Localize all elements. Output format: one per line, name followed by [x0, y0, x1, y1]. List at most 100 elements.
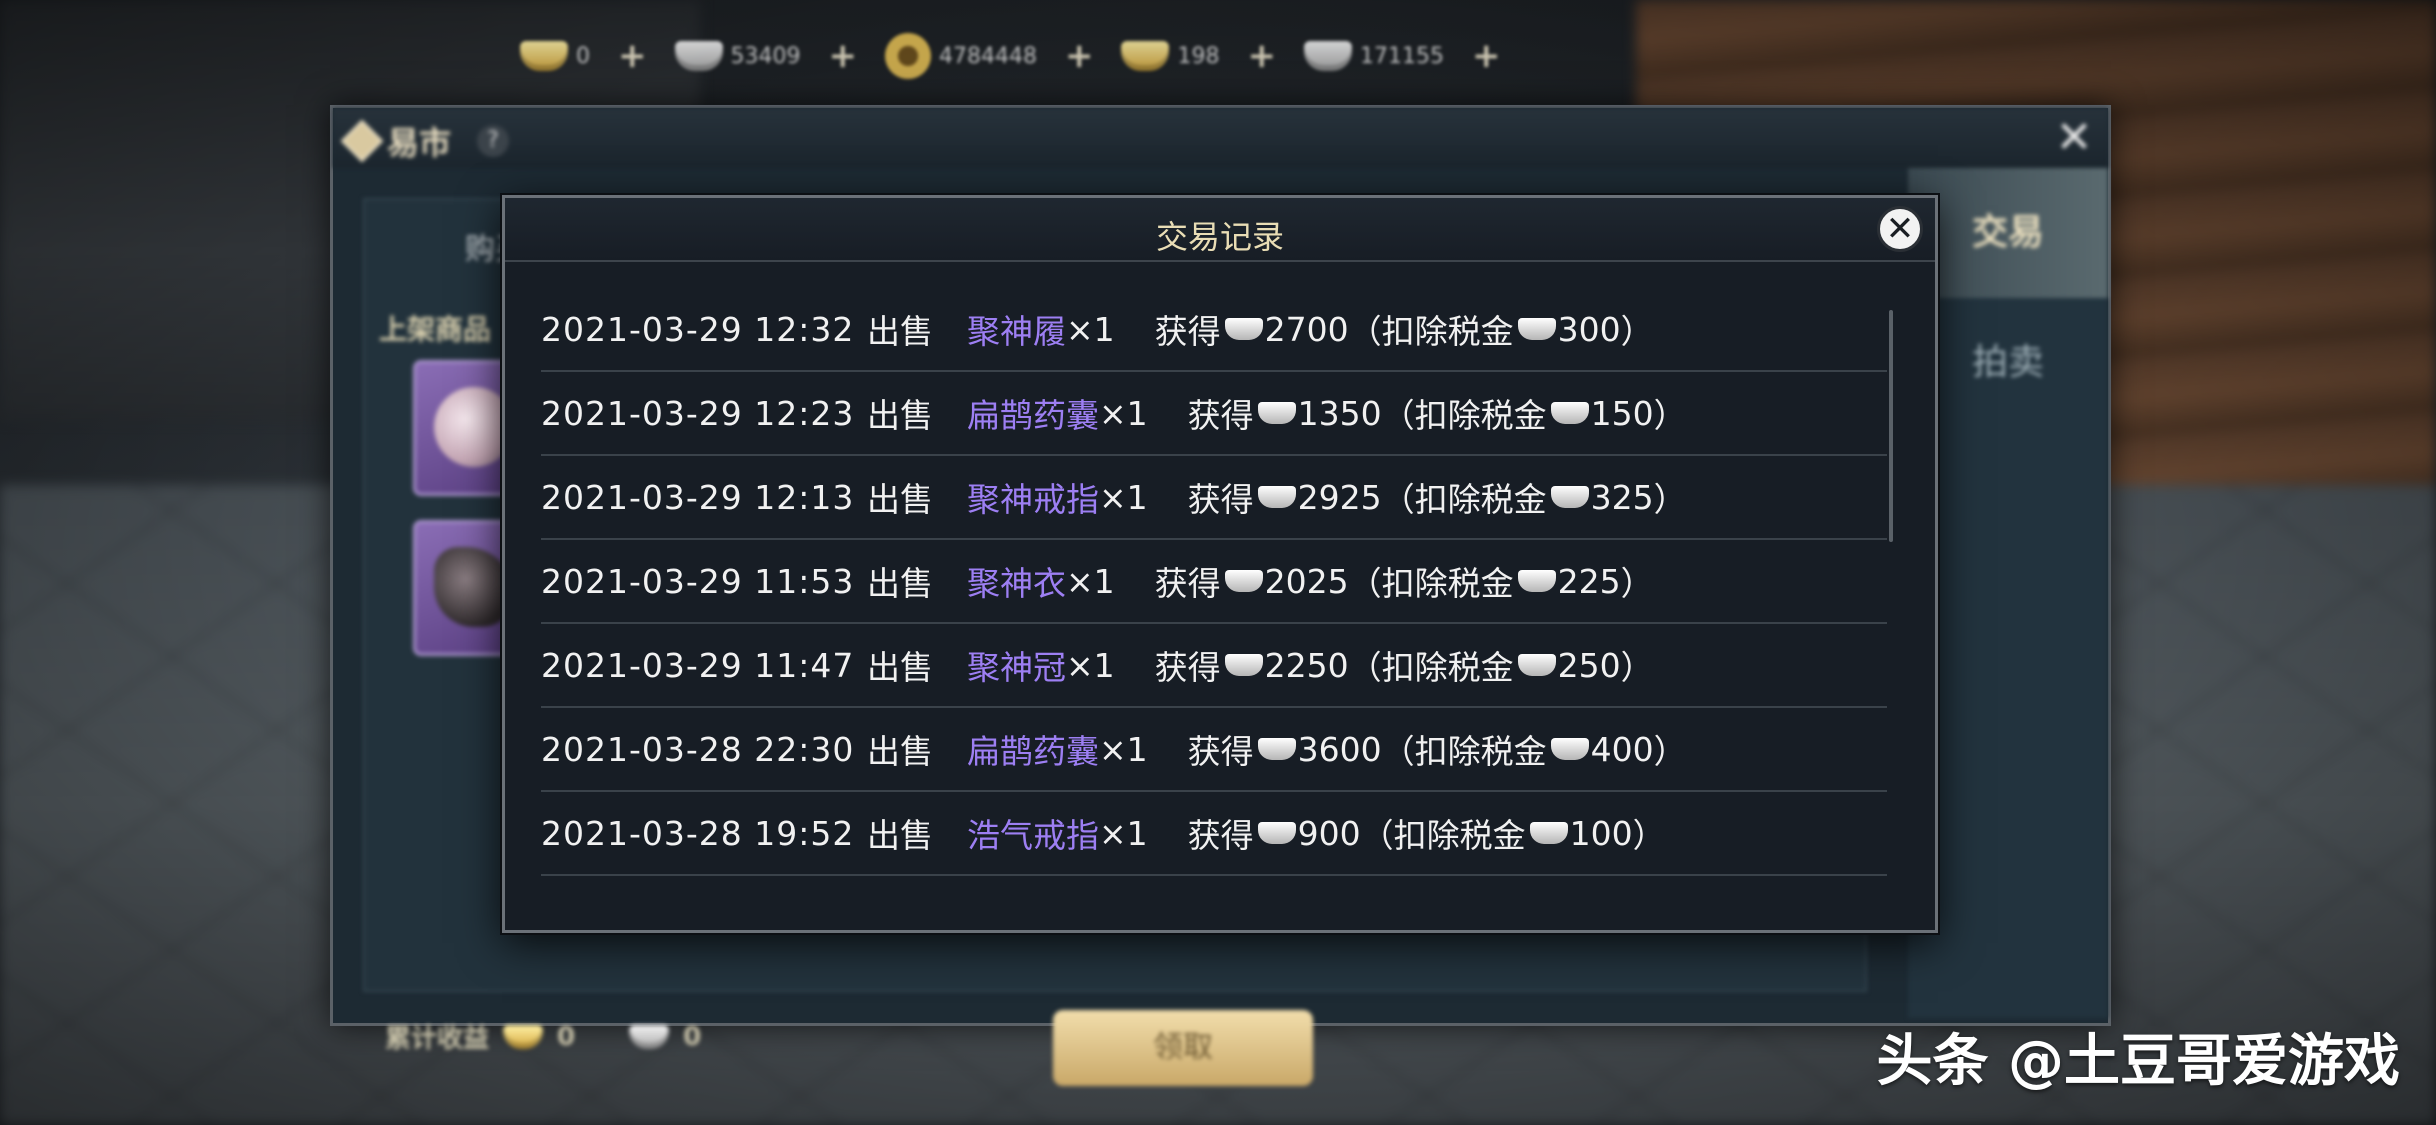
record-gain-label: 获得 [1154, 312, 1221, 351]
silver-ingot-icon [1257, 738, 1296, 760]
collect-button[interactable]: 领取 [1053, 1010, 1313, 1086]
record-gain-value: 1350 [1297, 393, 1382, 433]
trade-record-row: 2021-03-29 12:13 出售 聚神戒指 ×1 获得 2925 （扣除税… [541, 456, 1887, 540]
silver-ingot-icon [1224, 318, 1263, 340]
record-item-name[interactable]: 扁鹊药囊 [967, 725, 1099, 773]
trade-record-row: 2021-03-29 11:53 出售 聚神衣 ×1 获得 2025 （扣除税金… [541, 540, 1887, 624]
silver-ingot-icon [674, 41, 723, 71]
record-quantity: ×1 [1099, 813, 1148, 853]
silver-ingot-icon [1529, 822, 1568, 844]
help-button[interactable]: ? [477, 125, 510, 157]
market-title: 易市 [387, 124, 452, 162]
record-gain-label: 获得 [1187, 396, 1254, 435]
record-date: 2021-03-29 12:13 [541, 477, 855, 517]
market-header: 易市 ? ✕ [333, 108, 2108, 168]
record-tax-value: 100 [1569, 813, 1633, 853]
record-action: 出售 [867, 564, 933, 603]
add-currency-button[interactable]: + [829, 36, 858, 76]
record-tax-value: 250 [1557, 645, 1621, 685]
add-currency-button[interactable]: + [1247, 36, 1276, 76]
trade-record-row: 2021-03-28 22:30 出售 扁鹊药囊 ×1 获得 3600 （扣除税… [541, 708, 1887, 792]
record-gain-value: 2700 [1264, 309, 1349, 349]
record-tax-value: 400 [1590, 729, 1654, 769]
record-date: 2021-03-29 12:32 [541, 309, 855, 349]
silver-ingot-icon [1257, 486, 1296, 508]
close-icon: ✕ [1885, 209, 1915, 249]
record-quantity: ×1 [1099, 393, 1148, 433]
trade-record-list[interactable]: 2021-03-29 12:32 出售 聚神履 ×1 获得 2700 （扣除税金… [541, 288, 1887, 876]
copper-coin-icon [885, 33, 931, 79]
add-currency-button[interactable]: + [618, 36, 647, 76]
record-date: 2021-03-28 19:52 [541, 813, 855, 853]
record-action: 出售 [867, 480, 933, 519]
record-tax-label: （扣除税金 [1360, 816, 1526, 855]
trade-record-row: 2021-03-29 11:47 出售 聚神冠 ×1 获得 2250 （扣除税金… [541, 624, 1887, 708]
record-tax-label: （扣除税金 [1348, 648, 1514, 687]
listed-items-label: 上架商品 [379, 313, 492, 346]
record-gain-label: 获得 [1154, 564, 1221, 603]
silver-ingot-icon [1224, 570, 1263, 592]
record-tax-close: ） [1653, 732, 1687, 771]
currency-bound-gold: 198 [1121, 41, 1219, 71]
record-quantity: ×1 [1066, 561, 1115, 601]
dialog-close-button[interactable]: ✕ [1877, 206, 1923, 252]
trade-record-row: 2021-03-29 12:32 出售 聚神履 ×1 获得 2700 （扣除税金… [541, 288, 1887, 372]
currency-value: 4784448 [939, 43, 1037, 69]
gold-ingot-icon [503, 1024, 544, 1049]
silver-ingot-icon [1550, 738, 1589, 760]
accumulated-earnings: 累计收益 0 0 [385, 1018, 701, 1055]
record-tax-close: ） [1620, 564, 1654, 603]
record-list-scrollbar[interactable] [1889, 310, 1893, 542]
record-item-name[interactable]: 扁鹊药囊 [967, 389, 1099, 437]
record-quantity: ×1 [1066, 309, 1115, 349]
currency-silver: 53409 [674, 41, 801, 71]
add-currency-button[interactable]: + [1472, 36, 1501, 76]
tab-trade[interactable]: 交易 [1908, 168, 2108, 298]
record-tax-close: ） [1632, 816, 1666, 855]
currency-copper: 4784448 [885, 33, 1037, 79]
record-item-name[interactable]: 聚神履 [967, 305, 1066, 353]
side-tabs: 交易 拍卖 [1908, 168, 2108, 1018]
record-gain-value: 3600 [1297, 729, 1382, 769]
record-tax-value: 150 [1590, 393, 1654, 433]
market-title-group: 易市 ? [340, 118, 510, 164]
record-item-name[interactable]: 聚神衣 [967, 557, 1066, 605]
record-date: 2021-03-29 12:23 [541, 393, 855, 433]
market-close-button[interactable]: ✕ [2050, 116, 2098, 164]
record-tax-value: 300 [1557, 309, 1621, 349]
record-gain-label: 获得 [1187, 480, 1254, 519]
record-item-name[interactable]: 浩气戒指 [967, 809, 1099, 857]
record-action: 出售 [867, 816, 933, 855]
earnings-label: 累计收益 [385, 1024, 490, 1054]
record-quantity: ×1 [1099, 477, 1148, 517]
record-tax-label: （扣除税金 [1381, 396, 1547, 435]
tab-auction[interactable]: 拍卖 [1908, 298, 2108, 428]
record-item-name[interactable]: 聚神戒指 [967, 473, 1099, 521]
record-tax-value: 225 [1557, 561, 1621, 601]
record-gain-label: 获得 [1187, 816, 1254, 855]
record-gain-label: 获得 [1154, 648, 1221, 687]
silver-ingot-icon [1517, 654, 1556, 676]
record-date: 2021-03-29 11:53 [541, 561, 855, 601]
trade-record-dialog: 交易记录 ✕ 2021-03-29 12:32 出售 聚神履 ×1 获得 270… [502, 195, 1938, 933]
record-gain-value: 900 [1297, 813, 1361, 853]
gold-ingot-icon [1121, 41, 1170, 71]
record-tax-close: ） [1653, 480, 1687, 519]
record-date: 2021-03-29 11:47 [541, 645, 855, 685]
record-tax-value: 325 [1590, 477, 1654, 517]
record-gain-value: 2025 [1264, 561, 1349, 601]
currency-bound-silver: 171155 [1303, 41, 1444, 71]
add-currency-button[interactable]: + [1065, 36, 1094, 76]
earnings-gold-value: 0 [557, 1021, 576, 1052]
silver-ingot-icon [1224, 654, 1263, 676]
record-tax-close: ） [1620, 648, 1654, 687]
record-action: 出售 [867, 648, 933, 687]
currency-value: 171155 [1359, 43, 1444, 69]
trade-record-row: 2021-03-28 19:52 出售 浩气戒指 ×1 获得 900 （扣除税金… [541, 792, 1887, 876]
silver-ingot-icon [1257, 822, 1296, 844]
record-item-name[interactable]: 聚神冠 [967, 641, 1066, 689]
gold-ingot-icon [520, 41, 568, 71]
silver-ingot-icon [1303, 41, 1352, 71]
currency-value: 0 [576, 43, 590, 69]
record-action: 出售 [867, 396, 933, 435]
